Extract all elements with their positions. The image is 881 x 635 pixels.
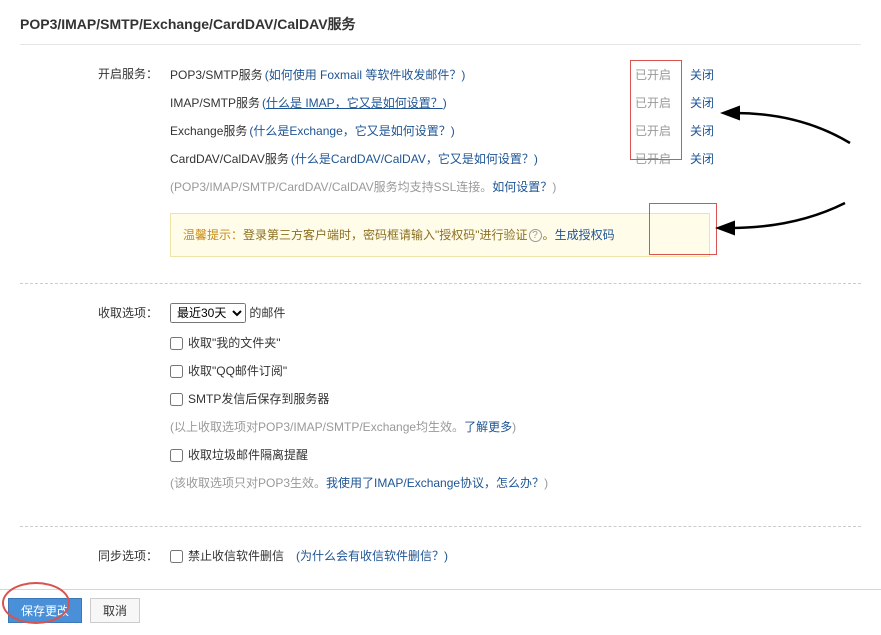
service-name: IMAP/SMTP服务: [170, 91, 260, 115]
button-bar: 保存更改 取消: [0, 589, 881, 635]
annotation-arrow: [725, 198, 855, 248]
service-name: CardDAV/CalDAV服务: [170, 147, 289, 171]
checkbox-label: 收取"我的文件夹": [188, 332, 281, 354]
check-row-junk: 收取垃圾邮件隔离提醒: [170, 444, 861, 466]
service-row-pop3: POP3/SMTP服务 (如何使用 Foxmail 等软件收发邮件？) 已开启 …: [170, 63, 861, 87]
service-name: POP3/SMTP服务: [170, 63, 263, 87]
sync-help: (为什么会有收信软件删信？): [296, 545, 448, 567]
services-section: 开启服务： POP3/SMTP服务 (如何使用 Foxmail 等软件收发邮件？…: [20, 45, 861, 284]
help-link[interactable]: 如何使用 Foxmail 等软件收发邮件？: [269, 68, 462, 82]
service-name: Exchange服务: [170, 119, 247, 143]
checkbox-qqsub[interactable]: [170, 365, 183, 378]
checkbox-myfolder[interactable]: [170, 337, 183, 350]
help-link[interactable]: 什么是 IMAP，它又是如何设置？: [266, 96, 443, 110]
checkbox-sync[interactable]: [170, 550, 183, 563]
select-suffix: 的邮件: [249, 306, 285, 320]
services-label: 开启服务：: [20, 63, 170, 85]
checkbox-junk[interactable]: [170, 449, 183, 462]
help-link[interactable]: 什么是Exchange，它又是如何设置？: [253, 124, 450, 138]
check-row-qqsub: 收取"QQ邮件订阅": [170, 360, 861, 382]
service-status: 已开启: [635, 147, 671, 171]
checkbox-label: 禁止收信软件删信: [188, 545, 284, 567]
page-title: POP3/IMAP/SMTP/Exchange/CardDAV/CalDAV服务: [20, 0, 861, 45]
service-status: 已开启: [635, 63, 671, 87]
service-close-link[interactable]: 关闭: [690, 91, 714, 115]
gen-code-link[interactable]: 生成授权码: [555, 228, 615, 242]
check-row-sync: 禁止收信软件删信 (为什么会有收信软件删信？): [170, 545, 861, 567]
checkbox-label: SMTP发信后保存到服务器: [188, 388, 329, 410]
service-status: 已开启: [635, 119, 671, 143]
check-row-myfolder: 收取"我的文件夹": [170, 332, 861, 354]
learn-more-link[interactable]: 了解更多: [464, 416, 512, 438]
service-help: (什么是 IMAP，它又是如何设置？): [262, 91, 447, 115]
ssl-note: (POP3/IMAP/SMTP/CardDAV/CalDAV服务均支持SSL连接…: [170, 175, 861, 199]
service-close-link[interactable]: 关闭: [690, 63, 714, 87]
receive-section: 收取选项： 最近30天 的邮件 收取"我的文件夹" 收取"QQ邮件订阅": [20, 284, 861, 527]
receive-label: 收取选项：: [20, 302, 170, 324]
checkbox-label: 收取垃圾邮件隔离提醒: [188, 444, 308, 466]
service-help: (什么是CardDAV/CalDAV，它又是如何设置？): [291, 147, 538, 171]
checkbox-label: 收取"QQ邮件订阅": [188, 360, 287, 382]
ssl-howto-link[interactable]: 如何设置？: [492, 175, 552, 199]
check-row-smtp: SMTP发信后保存到服务器: [170, 388, 861, 410]
junk-help-link[interactable]: 我使用了IMAP/Exchange协议，怎么办？: [326, 472, 544, 494]
receive-range-select[interactable]: 最近30天: [170, 303, 246, 323]
service-status: 已开启: [635, 91, 671, 115]
service-help: (什么是Exchange，它又是如何设置？): [249, 119, 454, 143]
service-row-imap: IMAP/SMTP服务 (什么是 IMAP，它又是如何设置？) 已开启 关闭: [170, 91, 861, 115]
sync-section: 同步选项： 禁止收信软件删信 (为什么会有收信软件删信？): [20, 527, 861, 589]
service-help: (如何使用 Foxmail 等软件收发邮件？): [265, 63, 466, 87]
service-row-exchange: Exchange服务 (什么是Exchange，它又是如何设置？) 已开启 关闭: [170, 119, 861, 143]
help-circle-icon[interactable]: ?: [529, 229, 542, 242]
sync-help-link[interactable]: 为什么会有收信软件删信？: [300, 549, 444, 563]
save-button[interactable]: 保存更改: [8, 598, 82, 623]
help-link[interactable]: 什么是CardDAV/CalDAV，它又是如何设置？: [295, 152, 534, 166]
cancel-button[interactable]: 取消: [90, 598, 140, 623]
service-close-link[interactable]: 关闭: [690, 147, 714, 171]
hint-text: 登录第三方客户端时，密码框请输入"授权码"进行验证: [243, 228, 528, 242]
checkbox-smtp[interactable]: [170, 393, 183, 406]
junk-note: (该收取选项只对POP3生效。我使用了IMAP/Exchange协议，怎么办？): [170, 472, 861, 494]
recv-note: (以上收取选项对POP3/IMAP/SMTP/Exchange均生效。了解更多): [170, 416, 861, 438]
hint-box: 温馨提示：登录第三方客户端时，密码框请输入"授权码"进行验证?。生成授权码: [170, 213, 710, 257]
hint-label: 温馨提示：: [183, 228, 243, 242]
service-row-carddav: CardDAV/CalDAV服务 (什么是CardDAV/CalDAV，它又是如…: [170, 147, 861, 171]
service-close-link[interactable]: 关闭: [690, 119, 714, 143]
sync-label: 同步选项：: [20, 545, 170, 567]
